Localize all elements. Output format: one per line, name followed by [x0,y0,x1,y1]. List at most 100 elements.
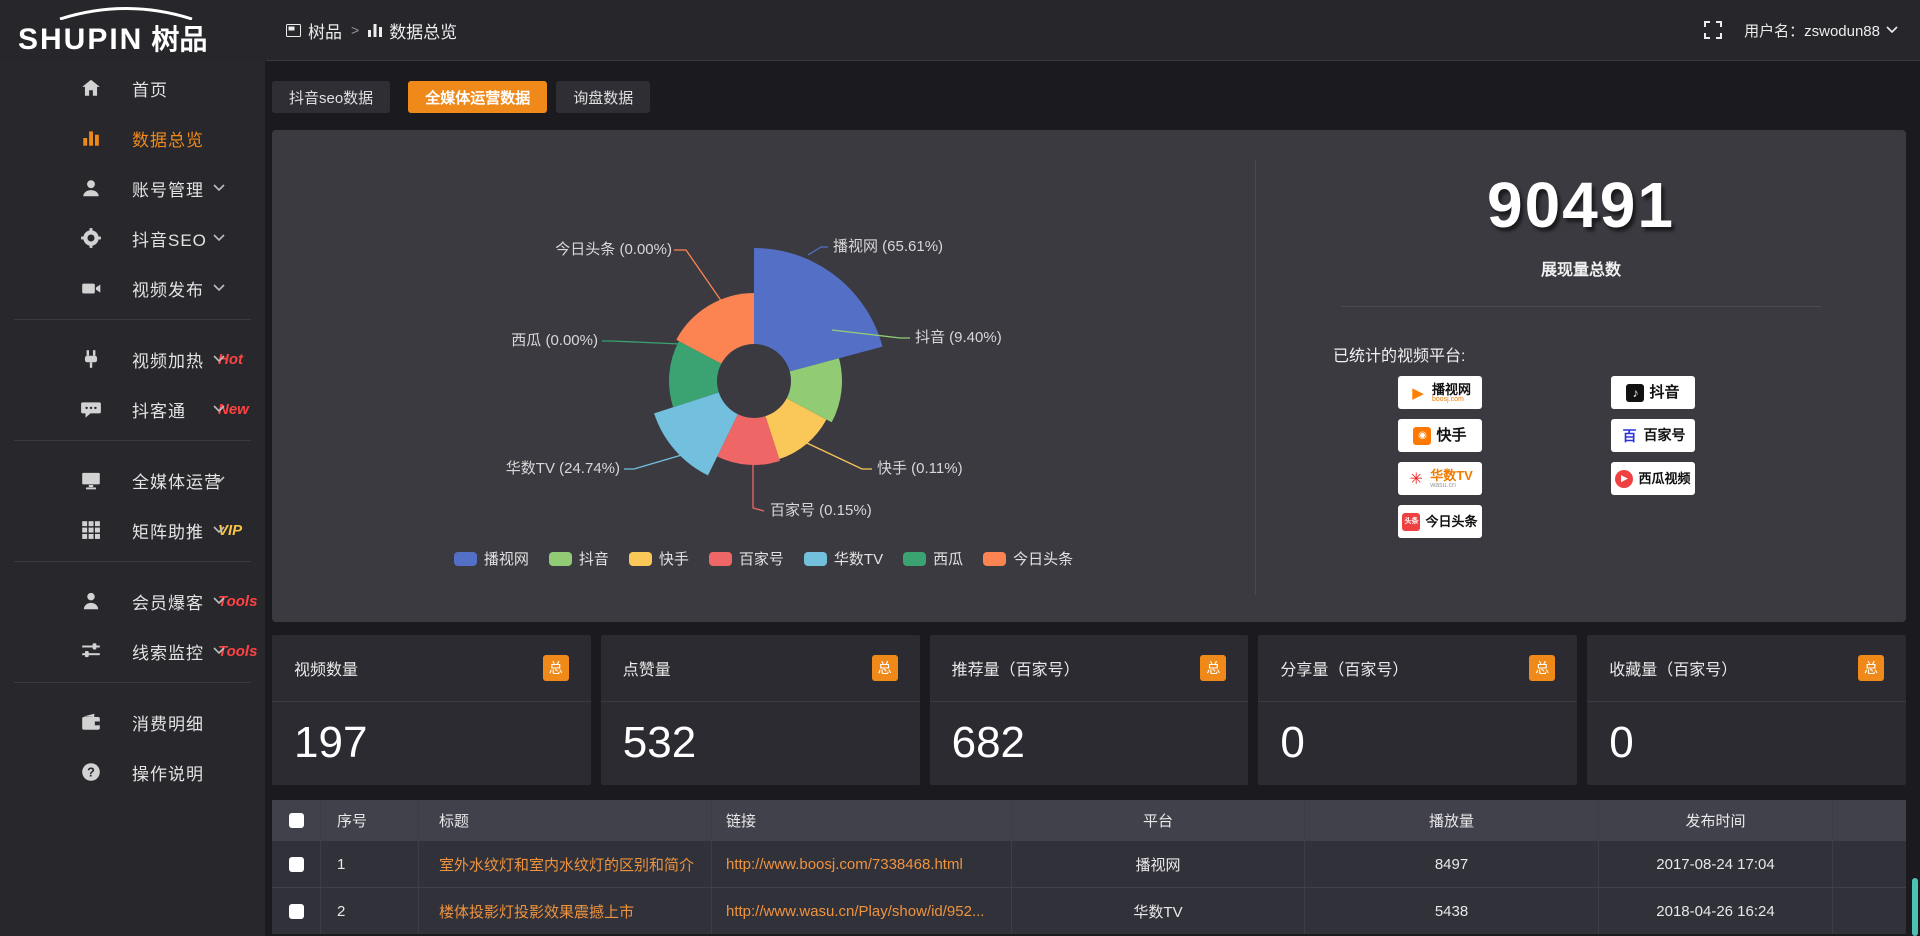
row-checkbox[interactable] [289,857,304,872]
data-tabs: 抖音seo数据 全媒体运营数据 询盘数据 [272,81,650,113]
breadcrumb-separator: > [351,22,359,38]
wasu-logo-icon: ✳ [1407,470,1425,488]
plug-icon [80,348,102,370]
table-row: 2 楼体投影灯投影效果震撼上市 http://www.wasu.cn/Play/… [272,887,1906,934]
user-menu[interactable]: 用户名：zswodun88 [1744,20,1898,41]
chevron-down-icon [1886,26,1898,34]
sidebar-item-help[interactable]: ? 操作说明 [0,747,265,797]
select-all-checkbox[interactable] [289,813,304,828]
app-logo[interactable]: SHUPIN 树品 [18,6,238,54]
legend-item-douyin[interactable]: 抖音 [549,548,609,569]
stat-cards-row: 视频数量 总 197 点赞量 总 532 推荐量（百家号） 总 682 分享量（… [272,635,1906,785]
sidebar-item-data-overview[interactable]: 数据总览 [0,113,265,163]
legend-swatch [804,552,827,566]
stat-card-shares: 分享量（百家号） 总 0 [1258,635,1577,785]
sidebar-divider [14,682,251,683]
platform-badge-toutiao[interactable]: 头条 今日头条 [1398,505,1482,538]
cell-url-link[interactable]: http://www.wasu.cn/Play/show/id/952... [712,888,1012,934]
scrollbar-thumb[interactable] [1912,878,1918,936]
bar-chart-icon [80,127,102,149]
sidebar-item-clue-monitor[interactable]: 线索监控 Tools [0,626,265,676]
logo-text-cn: 树品 [151,18,207,58]
total-badge[interactable]: 总 [543,655,569,681]
sidebar-item-home[interactable]: 首页 [0,63,265,113]
cell-date: 2017-08-24 17:04 [1599,841,1833,887]
stat-value: 532 [601,702,920,768]
stat-card-recommendations: 推荐量（百家号） 总 682 [930,635,1249,785]
sidebar-item-video-heating[interactable]: 视频加热 Hot [0,334,265,384]
total-badge[interactable]: 总 [1200,655,1226,681]
legend-item-xigua[interactable]: 西瓜 [903,548,963,569]
sidebar-item-account-management[interactable]: 账号管理 [0,163,265,213]
cell-plays: 5438 [1305,888,1599,934]
username-label: 用户名：zswodun88 [1744,20,1880,41]
legend-item-toutiao[interactable]: 今日头条 [983,548,1073,569]
sidebar-item-douyin-seo[interactable]: 抖音SEO [0,213,265,263]
chevron-down-icon [213,234,225,242]
col-header-date: 发布时间 [1599,800,1833,840]
chevron-down-icon [213,405,225,413]
cell-index: 1 [321,841,419,887]
legend-item-baijiahao[interactable]: 百家号 [709,548,784,569]
total-badge[interactable]: 总 [1529,655,1555,681]
cell-plays: 8497 [1305,841,1599,887]
cell-title-link[interactable]: 室外水纹灯和室内水纹灯的区别和简介 [419,841,712,887]
summary-panel: 90491 展现量总数 已统计的视频平台: ▶ 播视网boosj.com ◉ 快… [1256,130,1906,622]
breadcrumb-current[interactable]: 数据总览 [368,18,457,43]
breadcrumb: 树品 > 数据总览 [286,0,457,60]
platform-badge-kuaishou[interactable]: ◉ 快手 [1398,419,1482,452]
chat-icon [80,398,102,420]
stat-card-favorites: 收藏量（百家号） 总 0 [1587,635,1906,785]
legend-swatch [709,552,732,566]
sliders-icon [80,640,102,662]
row-checkbox[interactable] [289,904,304,919]
breadcrumb-root[interactable]: 树品 [286,18,342,43]
cell-platform: 华数TV [1012,888,1305,934]
legend-item-kuaishou[interactable]: 快手 [629,548,689,569]
leader-kuaishou [792,436,872,469]
platform-badge-xigua[interactable]: ▶ 西瓜视频 [1611,462,1695,495]
sidebar-item-video-publish[interactable]: 视频发布 [0,263,265,313]
sidebar-item-omni-media[interactable]: 全媒体运营 [0,455,265,505]
platform-badge-boshiwang[interactable]: ▶ 播视网boosj.com [1398,376,1482,409]
sidebar-item-member-baoke[interactable]: 会员爆客 Tools [0,576,265,626]
legend-item-boshiwang[interactable]: 播视网 [454,548,529,569]
col-header-platform: 平台 [1012,800,1305,840]
legend-swatch [454,552,477,566]
col-header-link: 链接 [712,800,1012,840]
sidebar-item-doketong[interactable]: 抖客通 New [0,384,265,434]
legend-swatch [983,552,1006,566]
total-badge[interactable]: 总 [872,655,898,681]
cell-index: 2 [321,888,419,934]
total-badge[interactable]: 总 [1858,655,1884,681]
stat-card-video-count: 视频数量 总 197 [272,635,591,785]
platform-badge-huashutv[interactable]: ✳ 华数TVwasu.cn [1398,462,1482,495]
cell-url-link[interactable]: http://www.boosj.com/7338468.html [712,841,1012,887]
topbar-divider [266,60,1920,61]
videos-table: 序号 标题 链接 平台 播放量 发布时间 1 室外水纹灯和室内水纹灯的区别和简介… [272,800,1906,934]
rose-pie-chart: 今日头条 (0.00%) 播视网 (65.61%) 西瓜 (0.00%) 抖音 … [272,130,1255,542]
tab-omni-media-data[interactable]: 全媒体运营数据 [408,81,547,113]
cell-title-link[interactable]: 楼体投影灯投影效果震撼上市 [419,888,712,934]
fullscreen-icon[interactable] [1704,21,1722,39]
breadcrumb-current-label: 数据总览 [389,18,457,43]
col-header-index: 序号 [321,800,419,840]
pie-label-boshiwang: 播视网 (65.61%) [833,238,943,255]
chevron-down-icon [213,647,225,655]
platform-badge-douyin[interactable]: ♪ 抖音 [1611,376,1695,409]
chart-legend: 播视网 抖音 快手 百家号 华数TV 西瓜 今日头条 [272,548,1255,569]
pie-label-kuaishou: 快手 (0.11%) [877,460,963,477]
sidebar-item-spending-detail[interactable]: 消费明细 [0,697,265,747]
tab-inquiry-data[interactable]: 询盘数据 [556,81,650,113]
pie-label-douyin: 抖音 (9.40%) [915,329,1002,346]
video-camera-icon [80,277,102,299]
summary-divider [1341,306,1821,307]
tab-douyin-seo-data[interactable]: 抖音seo数据 [272,81,390,113]
legend-item-huashutv[interactable]: 华数TV [804,548,883,569]
chevron-down-icon [213,597,225,605]
platform-badge-baijiahao[interactable]: 百 百家号 [1611,419,1695,452]
logo-text-en: SHUPIN [18,23,143,57]
sidebar-item-matrix-boost[interactable]: 矩阵助推 VIP [0,505,265,555]
leader-huashutv [624,452,692,469]
leader-toutiao [674,250,722,302]
